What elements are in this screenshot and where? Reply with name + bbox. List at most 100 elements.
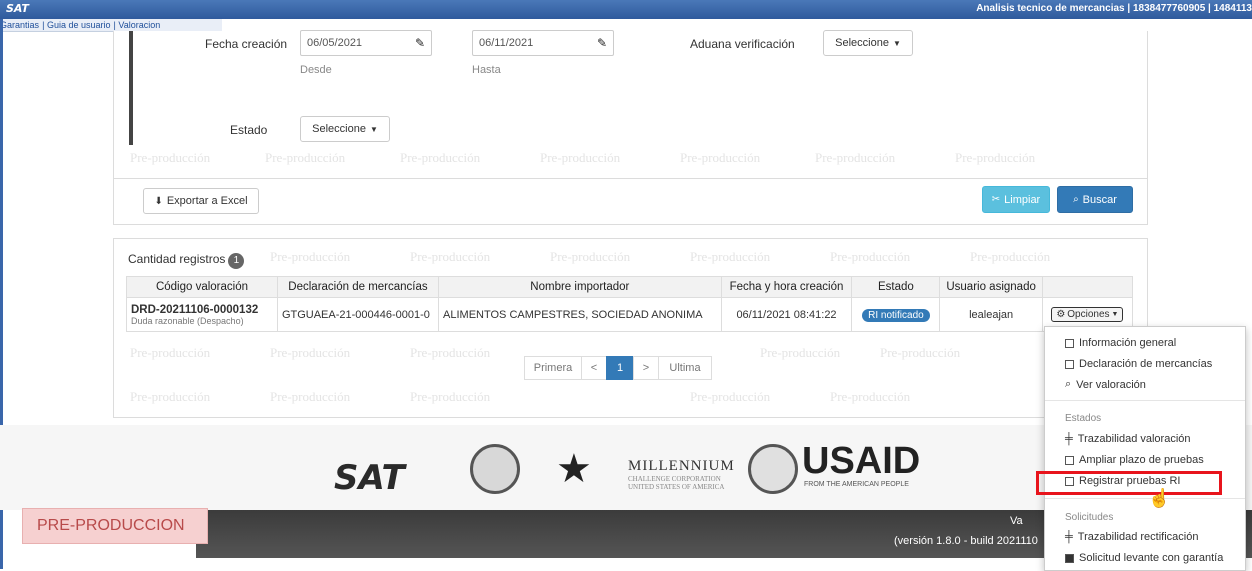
count-badge: 1 xyxy=(228,253,245,269)
watermark: Pre-producción xyxy=(400,150,481,165)
watermark: Pre-producción xyxy=(815,150,896,165)
table-icon xyxy=(1065,359,1074,369)
options-button[interactable]: ⚙ Opciones ▼ xyxy=(1051,307,1124,322)
watermark: Pre-producción xyxy=(760,345,841,360)
search-button[interactable]: ⌕ Buscar xyxy=(1057,186,1133,213)
page-1[interactable]: 1 xyxy=(606,356,634,380)
watermark: Pre-producción xyxy=(680,150,761,165)
watermark: Pre-producción xyxy=(540,150,621,165)
menu-item-info-general[interactable]: Información general xyxy=(1065,337,1176,349)
file-icon xyxy=(1065,553,1074,563)
watermark: Pre-producción xyxy=(690,249,771,264)
cell-declaracion: GTGUAEA-21-000446-0001-0 xyxy=(276,297,440,332)
menu-item-ver-valoracion[interactable]: ⌕ Ver valoración xyxy=(1065,378,1146,391)
watermark: Pre-producción xyxy=(410,389,491,404)
millennium-logo: MILLENNIUM CHALLENGE CORPORATION UNITED … xyxy=(628,458,735,491)
table-header-row: Código valoración Declaración de mercanc… xyxy=(126,276,1134,298)
watermark: Pre-producción xyxy=(970,249,1051,264)
watermark: Pre-producción xyxy=(955,150,1036,165)
watermark: Pre-producción xyxy=(690,389,771,404)
usaid-tagline: FROM THE AMERICAN PEOPLE xyxy=(804,481,909,488)
usaid-seal-logo xyxy=(748,444,798,494)
aduana-select[interactable]: Seleccione ▼ xyxy=(823,30,913,56)
fecha-hasta-input[interactable]: 06/11/2021 ✎ xyxy=(472,30,614,56)
calendar-icon xyxy=(1065,455,1074,465)
menu-item-trazabilidad-rectificacion[interactable]: ╪ Trazabilidad rectificación xyxy=(1065,531,1198,543)
header-title: Analisis tecnico de mercancias | 1838477… xyxy=(976,3,1252,14)
menu-item-solicitud-levante[interactable]: Solicitud levante con garantía xyxy=(1065,552,1223,564)
menu-item-declaracion[interactable]: Declaración de mercancías xyxy=(1065,358,1212,370)
aduana-label: Aduana verificación xyxy=(690,37,795,51)
estado-label: Estado xyxy=(230,123,268,137)
gear-icon: ⚙ xyxy=(1056,309,1066,320)
page-next[interactable]: > xyxy=(633,356,659,380)
watermark: Pre-producción xyxy=(130,150,211,165)
table-row: DRD-20211106-0000132 Duda razonable (Des… xyxy=(126,297,1134,332)
star-logo: ★ xyxy=(556,447,592,491)
usaid-logo: USAID xyxy=(802,440,921,482)
nav-link-garantias[interactable]: Garantias xyxy=(0,20,39,30)
environment-badge: PRE-PRODUCCION xyxy=(22,508,208,544)
watermark: Pre-producción xyxy=(270,249,351,264)
brush-icon: ✂ xyxy=(991,194,1001,205)
col-estado[interactable]: Estado xyxy=(851,276,941,298)
watermark: Pre-producción xyxy=(830,249,911,264)
col-codigo[interactable]: Código valoración xyxy=(126,276,278,298)
menu-item-trazabilidad-valoracion[interactable]: ╪ Trazabilidad valoración xyxy=(1065,433,1191,445)
road-icon: ╪ xyxy=(1065,433,1073,445)
status-badge: RI notificado xyxy=(862,308,930,322)
page-last[interactable]: Ultima xyxy=(658,356,712,380)
col-fecha[interactable]: Fecha y hora creación xyxy=(720,276,853,298)
fecha-label: Fecha creación xyxy=(205,37,288,51)
estado-select[interactable]: Seleccione ▼ xyxy=(300,116,390,142)
watermark: Pre-producción xyxy=(270,345,351,360)
sat-logo: SAT xyxy=(334,458,405,498)
clear-button[interactable]: ✂ Limpiar xyxy=(982,186,1050,213)
menu-item-ampliar-plazo[interactable]: Ampliar plazo de pruebas xyxy=(1065,454,1204,466)
watermark: Pre-producción xyxy=(130,345,211,360)
list-icon xyxy=(1065,338,1074,348)
search-icon: ⌕ xyxy=(1073,194,1079,205)
export-excel-button[interactable]: ⬇ Exportar a Excel xyxy=(143,188,259,214)
col-importador[interactable]: Nombre importador xyxy=(438,276,722,298)
watermark: Pre-producción xyxy=(410,345,491,360)
menu-header-solicitudes: Solicitudes xyxy=(1065,512,1114,523)
watermark: Pre-producción xyxy=(265,150,346,165)
footer-version: (versión 1.8.0 - build 2021110 xyxy=(894,535,1038,547)
page-first[interactable]: Primera xyxy=(524,356,582,380)
menu-divider xyxy=(1045,400,1245,401)
hasta-label: Hasta xyxy=(472,64,501,76)
nav-link-guia[interactable]: Guia de usuario xyxy=(47,20,111,30)
highlight-box xyxy=(1036,471,1222,495)
filter-accent-bar xyxy=(129,31,133,145)
desde-label: Desde xyxy=(300,64,332,76)
cell-importador: ALIMENTOS CAMPESTRES, SOCIEDAD ANONIMA xyxy=(438,297,722,332)
menu-divider xyxy=(1045,498,1245,499)
cell-estado: RI notificado xyxy=(851,297,941,332)
filter-panel xyxy=(113,31,1148,197)
cell-usuario: lealeajan xyxy=(939,297,1043,332)
count-label: Cantidad registros 1 xyxy=(128,252,245,269)
page-prev[interactable]: < xyxy=(581,356,607,380)
col-usuario[interactable]: Usuario asignado xyxy=(939,276,1043,298)
nav-link-valoracion[interactable]: Valoracion xyxy=(118,20,160,30)
caret-down-icon: ▼ xyxy=(1111,311,1119,318)
col-declaracion[interactable]: Declaración de mercancías xyxy=(276,276,440,298)
eraser-icon[interactable]: ✎ xyxy=(415,36,425,50)
road-icon: ╪ xyxy=(1065,531,1073,543)
watermark: Pre-producción xyxy=(830,389,911,404)
cloud-download-icon: ⬇ xyxy=(154,195,163,207)
watermark: Pre-producción xyxy=(130,389,211,404)
watermark: Pre-producción xyxy=(410,249,491,264)
caret-down-icon: ▼ xyxy=(369,124,378,134)
hand-cursor-icon: ☝ xyxy=(1148,488,1171,508)
watermark: Pre-producción xyxy=(880,345,961,360)
caret-down-icon: ▼ xyxy=(892,38,901,48)
col-acciones xyxy=(1041,276,1134,298)
options-dropdown: Información general Declaración de merca… xyxy=(1044,326,1246,571)
fecha-desde-input[interactable]: 06/05/2021 ✎ xyxy=(300,30,432,56)
eraser-icon[interactable]: ✎ xyxy=(597,36,607,50)
cell-fecha: 06/11/2021 08:41:22 xyxy=(720,297,853,332)
menu-header-estados: Estados xyxy=(1065,413,1102,424)
pagination: Primera < 1 > Ultima xyxy=(524,356,712,380)
